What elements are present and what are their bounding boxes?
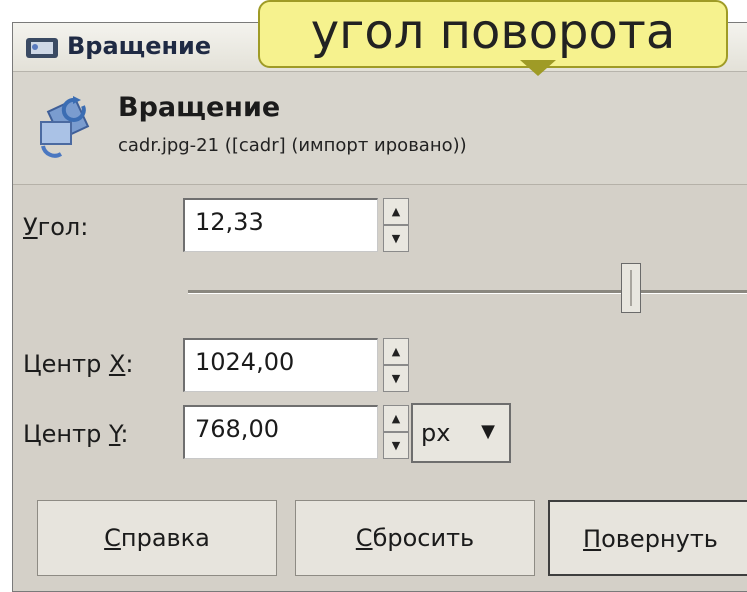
rotate-dialog: Вращение Вращение cadr.jpg-21 ([cadr] (и… bbox=[12, 22, 747, 592]
angle-down-arrow-icon[interactable]: ▼ bbox=[383, 225, 409, 252]
reset-button-accel: С bbox=[355, 524, 373, 552]
rotate-button-label: овернуть bbox=[601, 525, 718, 553]
center-y-down-arrow-icon[interactable]: ▼ bbox=[383, 432, 409, 459]
center-y-up-arrow-icon[interactable]: ▲ bbox=[383, 405, 409, 432]
center-y-label-text: : bbox=[120, 420, 129, 448]
angle-up-arrow-icon[interactable]: ▲ bbox=[383, 198, 409, 225]
center-x-label: Центр X: bbox=[23, 350, 133, 378]
callout-annotation: угол поворота bbox=[258, 0, 728, 68]
reset-button[interactable]: Сбросить bbox=[295, 500, 535, 576]
help-button[interactable]: Справка bbox=[37, 500, 277, 576]
center-x-down-arrow-icon[interactable]: ▼ bbox=[383, 365, 409, 392]
angle-slider-thumb[interactable] bbox=[621, 263, 641, 313]
gimp-window-icon bbox=[26, 38, 58, 58]
center-y-label-prefix: Центр bbox=[23, 420, 109, 448]
center-x-label-accel: X bbox=[108, 350, 126, 378]
image-subtitle: cadr.jpg-21 ([cadr] (импорт ировано)) bbox=[118, 135, 467, 156]
center-y-spinner[interactable]: ▲ ▼ bbox=[383, 405, 409, 459]
help-button-label: правка bbox=[120, 524, 210, 552]
callout-tail bbox=[520, 60, 556, 76]
unit-select-value: px bbox=[421, 419, 451, 447]
center-y-input[interactable]: 768,00 bbox=[183, 405, 378, 459]
reset-button-label: бросить bbox=[372, 524, 475, 552]
chevron-down-icon: ▼ bbox=[481, 421, 495, 442]
center-x-input[interactable]: 1024,00 bbox=[183, 338, 378, 392]
center-y-label: Центр Y: bbox=[23, 420, 129, 448]
center-x-up-arrow-icon[interactable]: ▲ bbox=[383, 338, 409, 365]
angle-label: Угол: bbox=[23, 213, 88, 241]
rotate-button[interactable]: Повернуть bbox=[548, 500, 747, 576]
center-x-spinner[interactable]: ▲ ▼ bbox=[383, 338, 409, 392]
header-title: Вращение bbox=[118, 92, 281, 123]
dialog-header: Вращение cadr.jpg-21 ([cadr] (импорт иро… bbox=[13, 72, 747, 185]
angle-slider-track[interactable] bbox=[188, 290, 747, 294]
angle-label-text: гол: bbox=[37, 213, 89, 241]
angle-spinner[interactable]: ▲ ▼ bbox=[383, 198, 409, 252]
center-x-label-prefix: Центр bbox=[23, 350, 109, 378]
center-x-label-text: : bbox=[125, 350, 134, 378]
window-title: Вращение bbox=[67, 32, 212, 60]
rotate-icon bbox=[40, 96, 90, 158]
center-y-label-accel: Y bbox=[108, 420, 121, 448]
angle-input[interactable]: 12,33 bbox=[183, 198, 378, 252]
angle-label-accel: У bbox=[23, 213, 38, 241]
help-button-accel: С bbox=[104, 524, 121, 552]
rotate-button-accel: П bbox=[583, 525, 602, 553]
unit-select[interactable]: px ▼ bbox=[411, 403, 511, 463]
